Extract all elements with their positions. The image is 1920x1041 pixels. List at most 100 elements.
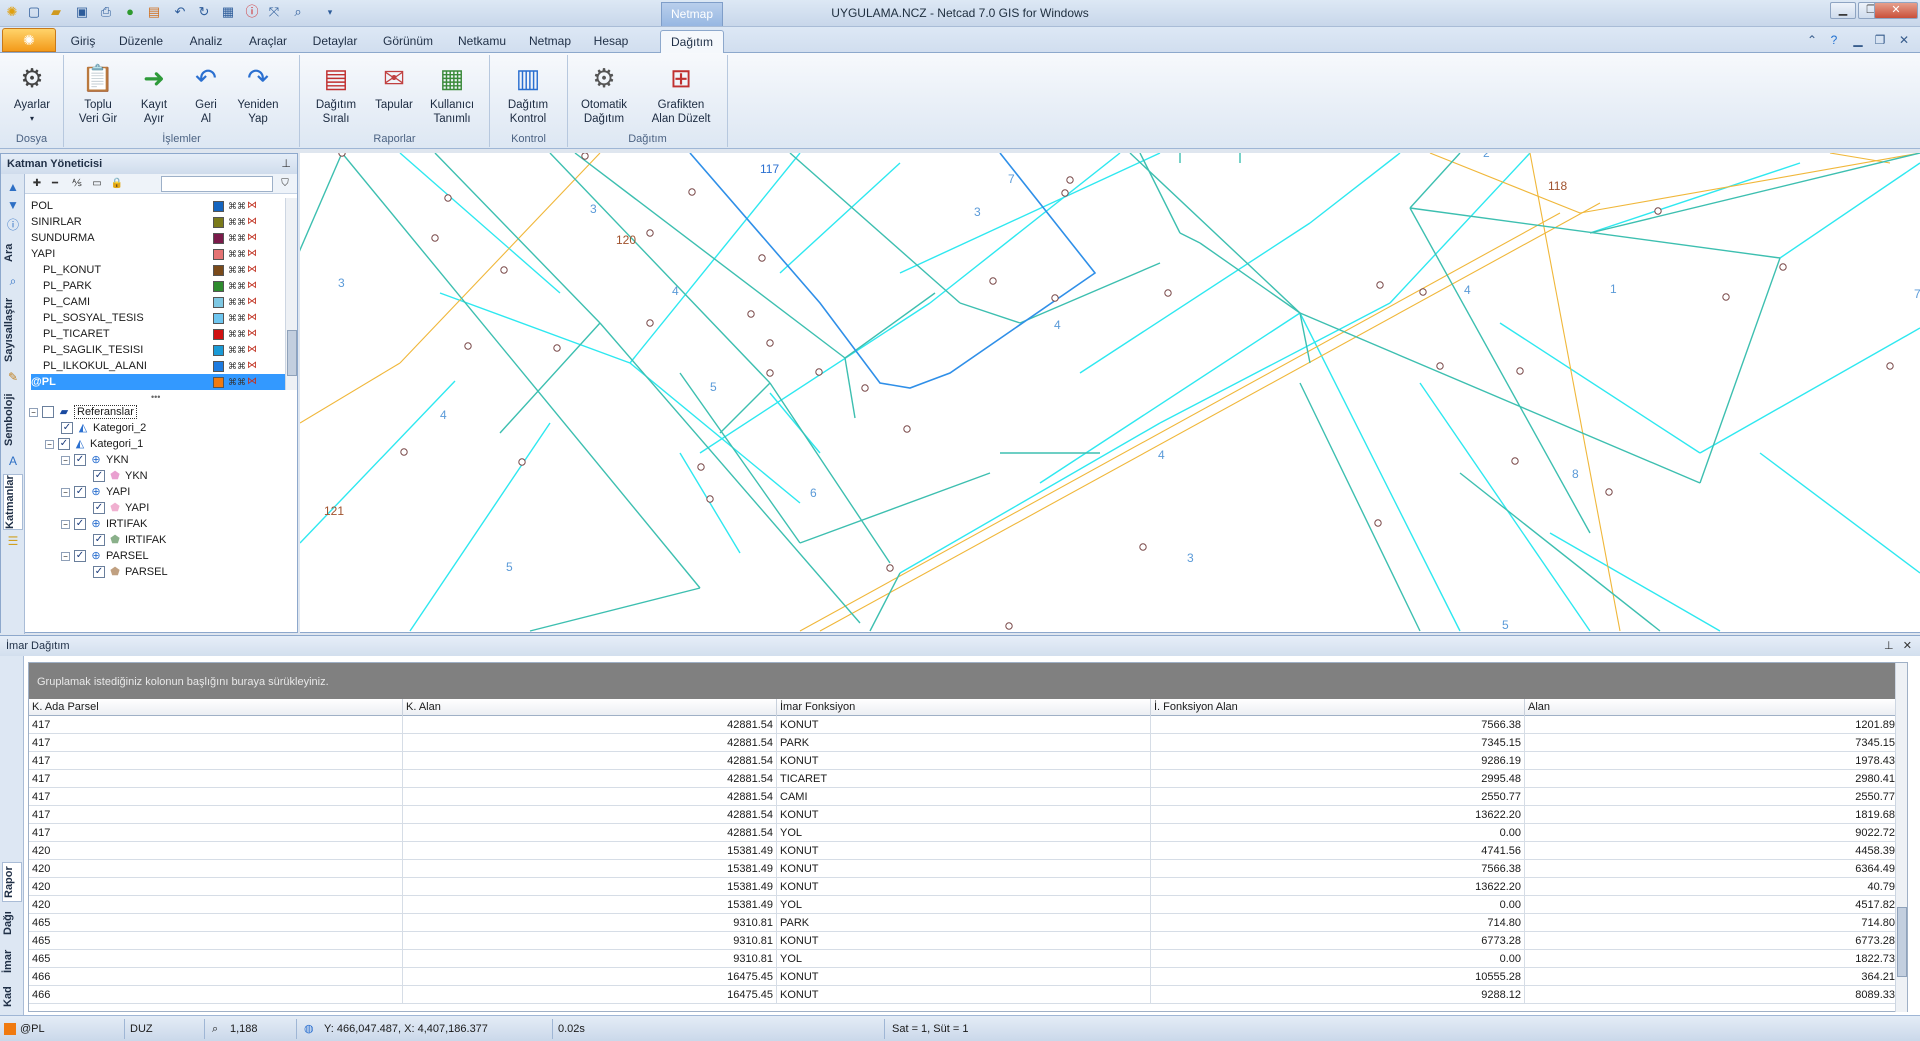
vertex-marker[interactable] bbox=[815, 368, 823, 376]
checkbox[interactable]: ✓ bbox=[58, 438, 70, 451]
splitter-grip[interactable]: ••• bbox=[151, 392, 160, 402]
parcel-boundary-line[interactable] bbox=[789, 153, 961, 304]
vertex-marker[interactable] bbox=[400, 448, 408, 456]
road-line[interactable] bbox=[439, 292, 631, 364]
lock-state-icon[interactable]: ⋈ bbox=[247, 374, 257, 390]
close-button[interactable]: ✕ bbox=[1874, 2, 1918, 19]
vertex-marker[interactable] bbox=[1511, 457, 1519, 465]
table-row[interactable]: 465 9310.81 YOL 0.00 1822.73 bbox=[29, 950, 1899, 968]
vertex-marker[interactable] bbox=[1061, 189, 1069, 197]
vertex-marker[interactable] bbox=[581, 153, 589, 160]
vertex-marker[interactable] bbox=[1164, 289, 1172, 297]
checkbox[interactable]: ✓ bbox=[93, 534, 105, 547]
layer-color-swatch[interactable] bbox=[213, 281, 224, 292]
collapse-icon[interactable]: − bbox=[61, 519, 70, 529]
vertex-marker[interactable] bbox=[1419, 288, 1427, 296]
tab-duzenle[interactable]: Düzenle bbox=[114, 30, 168, 53]
column-header-k-ada-parsel[interactable]: K. Ada Parsel bbox=[29, 699, 403, 716]
dagitim-sirali-button[interactable]: ▤ Dağıtım Sıralı bbox=[308, 61, 364, 126]
vertex-marker[interactable] bbox=[1436, 362, 1444, 370]
vertex-marker[interactable] bbox=[1722, 293, 1730, 301]
vertex-marker[interactable] bbox=[989, 277, 997, 285]
tree-node-ykn-child[interactable]: ✓ ⬟ YKN bbox=[93, 468, 148, 484]
map-canvas[interactable]: 117 7 2 118 3 3 120 4 4 3 4 1 7 4 5 8 4 121 5 6 3 5 bbox=[300, 153, 1920, 633]
parcel-boundary-line[interactable] bbox=[844, 357, 856, 419]
road-line[interactable] bbox=[1039, 312, 1301, 484]
vertex-marker[interactable] bbox=[766, 369, 774, 377]
table-row[interactable]: 420 15381.49 YOL 0.00 4517.82 bbox=[29, 896, 1899, 914]
road-line[interactable] bbox=[409, 422, 551, 632]
road-line[interactable] bbox=[779, 162, 901, 274]
side-tab-rapor[interactable]: Rapor bbox=[2, 862, 22, 902]
table-row[interactable]: 466 16475.45 KONUT 9288.12 8089.33 bbox=[29, 986, 1899, 1004]
lock-state-icon[interactable]: ⋈ bbox=[247, 278, 257, 294]
table-row[interactable]: 417 42881.54 KONUT 9286.19 1978.43 bbox=[29, 752, 1899, 770]
remove-layer-icon[interactable]: ━ bbox=[47, 177, 63, 191]
column-header-imar-fonksiyon[interactable]: İmar Fonksiyon bbox=[777, 699, 1151, 716]
layer-color-swatch[interactable] bbox=[213, 297, 224, 308]
lock-state-icon[interactable]: ⋈ bbox=[247, 230, 257, 246]
parcel-boundary-line[interactable] bbox=[1409, 207, 1781, 259]
visibility-icon[interactable]: ⌘⌘ bbox=[228, 278, 246, 294]
checkbox[interactable]: ✓ bbox=[93, 566, 105, 579]
zoning-border-line[interactable] bbox=[300, 362, 401, 424]
tree-node-yapi-child[interactable]: ✓ ⬟ YAPI bbox=[93, 500, 149, 516]
filter-icon[interactable]: ⛉ bbox=[277, 177, 293, 191]
visibility-icon[interactable]: ⌘⌘ bbox=[228, 326, 246, 342]
tapular-button[interactable]: ✉ Tapular bbox=[366, 61, 422, 112]
side-tab-sayisallastir[interactable]: Sayısallaştır bbox=[3, 294, 23, 366]
visibility-icon[interactable]: ⌘⌘ bbox=[228, 246, 246, 262]
scrollbar-thumb[interactable] bbox=[1897, 907, 1907, 977]
vertex-marker[interactable] bbox=[688, 188, 696, 196]
layer-color-swatch[interactable] bbox=[213, 329, 224, 340]
checkbox[interactable] bbox=[42, 406, 54, 419]
layer-row[interactable]: PL_PARK ⌘⌘ ⋈ bbox=[31, 278, 285, 294]
road-line[interactable] bbox=[1419, 382, 1591, 632]
lock-state-icon[interactable]: ⋈ bbox=[247, 246, 257, 262]
otomatik-dagitim-button[interactable]: ⚙ Otomatik Dağıtım bbox=[576, 61, 632, 126]
zoning-border-line[interactable] bbox=[399, 153, 601, 364]
parcel-boundary-line[interactable] bbox=[300, 153, 343, 273]
symbology-icon[interactable]: A bbox=[6, 454, 20, 468]
road-line[interactable] bbox=[1389, 153, 1531, 304]
doc-restore-icon[interactable]: ❐ bbox=[1872, 32, 1888, 48]
tab-giris[interactable]: Giriş bbox=[64, 30, 102, 53]
collapse-icon[interactable]: − bbox=[61, 487, 70, 497]
parcel-boundary-line[interactable] bbox=[769, 382, 891, 564]
visibility-icon[interactable]: ⌘⌘ bbox=[228, 374, 246, 390]
side-tab-imar[interactable]: İmar bbox=[2, 944, 22, 978]
vertex-marker[interactable] bbox=[1779, 263, 1787, 271]
checkbox[interactable]: ✓ bbox=[74, 486, 86, 499]
dagitim-kontrol-button[interactable]: ▥ Dağıtım Kontrol bbox=[500, 61, 556, 126]
table-row[interactable]: 466 16475.45 KONUT 10555.28 364.21 bbox=[29, 968, 1899, 986]
side-tab-kad[interactable]: Kad bbox=[2, 982, 22, 1012]
parcel-boundary-line[interactable] bbox=[499, 322, 601, 434]
arrow-down-icon[interactable]: ▼ bbox=[6, 198, 20, 212]
kayit-ayir-button[interactable]: ➜ Kayıt Ayır bbox=[126, 61, 182, 126]
visibility-icon[interactable]: ⌘⌘ bbox=[228, 310, 246, 326]
parcel-boundary-line[interactable] bbox=[1299, 382, 1421, 632]
parcel-boundary-line[interactable] bbox=[1129, 153, 1301, 314]
layer-row[interactable]: PL_SOSYAL_TESIS ⌘⌘ ⋈ bbox=[31, 310, 285, 326]
checkbox[interactable]: ✓ bbox=[93, 502, 105, 515]
parcel-boundary-line[interactable] bbox=[1299, 312, 1701, 484]
vertex-marker[interactable] bbox=[444, 194, 452, 202]
parcel-boundary-line[interactable] bbox=[799, 472, 991, 544]
vertex-marker[interactable] bbox=[646, 319, 654, 327]
parcel-boundary-line[interactable] bbox=[341, 153, 701, 589]
close-panel-icon[interactable]: ✕ bbox=[1903, 640, 1912, 652]
vertex-marker[interactable] bbox=[500, 266, 508, 274]
vertex-marker[interactable] bbox=[1066, 176, 1074, 184]
parcel-boundary-line[interactable] bbox=[1179, 232, 1201, 244]
doc-minimize-icon[interactable]: ▁ bbox=[1850, 32, 1866, 48]
lock-state-icon[interactable]: ⋈ bbox=[247, 342, 257, 358]
layer-color-swatch[interactable] bbox=[213, 265, 224, 276]
road-line[interactable] bbox=[1159, 302, 1391, 424]
layer-color-swatch[interactable] bbox=[213, 233, 224, 244]
parcel-boundary-line[interactable] bbox=[1459, 472, 1661, 632]
layers-icon[interactable]: ☰ bbox=[6, 534, 20, 548]
zoning-border-line[interactable] bbox=[1579, 153, 1920, 214]
road-line[interactable] bbox=[629, 153, 801, 364]
collapse-icon[interactable]: − bbox=[61, 455, 70, 465]
checkbox[interactable]: ✓ bbox=[74, 518, 86, 531]
